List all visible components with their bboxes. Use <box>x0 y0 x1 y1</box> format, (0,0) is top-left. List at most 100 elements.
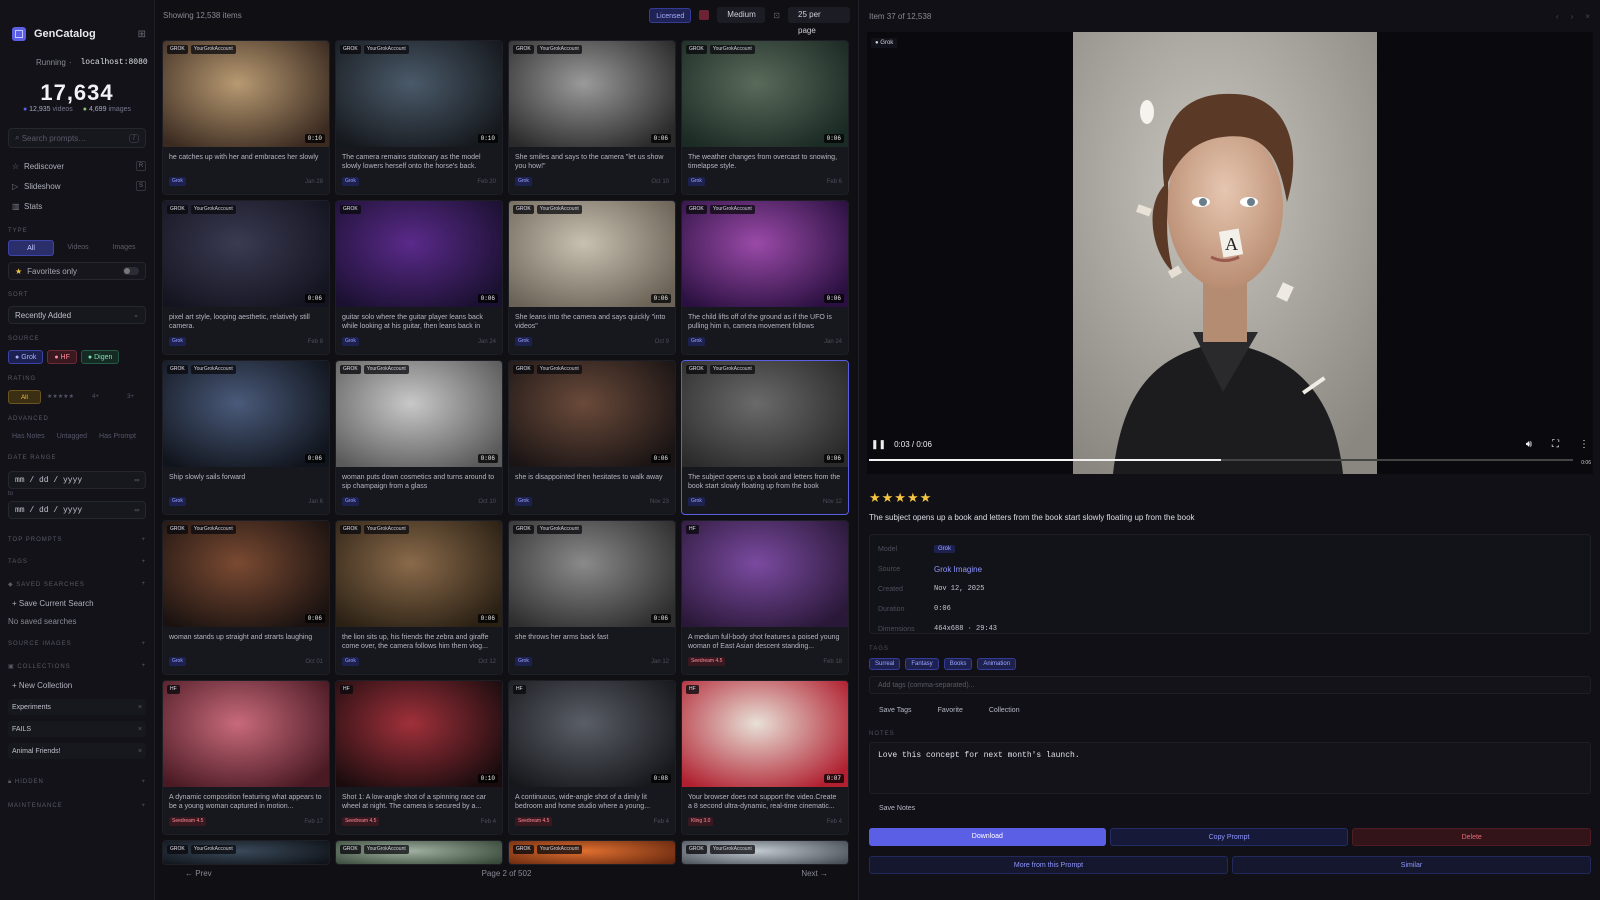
source-link[interactable]: Grok Imagine <box>934 565 982 574</box>
media-thumbnail[interactable]: GROK YourGrokAccount 0:06 <box>163 521 329 627</box>
tag-chip[interactable]: Surreal <box>869 658 901 670</box>
media-card[interactable]: GROK 0:06 guitar solo where the guitar pla… <box>335 200 503 355</box>
notes-field[interactable]: Love this concept for next month's launc… <box>869 742 1591 794</box>
rating-four-plus[interactable]: 4+ <box>80 390 111 404</box>
download-button[interactable]: Download <box>869 828 1106 846</box>
search-input[interactable]: ⌕ Search prompts… / <box>8 128 146 148</box>
saved-searches-section[interactable]: ◆ SAVED SEARCHES + <box>8 581 146 591</box>
add-tags-input[interactable]: Add tags (comma-separated)... <box>869 676 1591 694</box>
rating-three-plus[interactable]: 3+ <box>115 390 146 404</box>
type-all[interactable]: All <box>8 240 54 256</box>
hidden-section[interactable]: 🔒︎ HIDDEN + <box>8 779 146 789</box>
media-card[interactable]: GROK YourGrokAccount 0:06 She smiles and sa… <box>508 40 676 195</box>
pause-icon[interactable]: ❚❚ <box>871 439 886 450</box>
collection-item[interactable]: FAILS × <box>8 721 146 737</box>
favorites-toggle[interactable]: ★ Favorites only <box>8 262 146 280</box>
close-icon[interactable]: × <box>1585 12 1590 21</box>
nav-rediscover[interactable]: ☆ Rediscover R <box>8 156 146 176</box>
type-images[interactable]: Images <box>102 240 146 256</box>
collections-section[interactable]: ▣ COLLECTIONS + <box>8 663 146 673</box>
media-card[interactable]: GROK YourGrokAccount 0:06 she is disappoint… <box>508 360 676 515</box>
media-card[interactable]: HF 0:08 A continuous, wide-angle shot of a… <box>508 680 676 835</box>
fullscreen-icon[interactable]: ⛶ <box>1552 439 1559 450</box>
copy-prompt-button[interactable]: Copy Prompt <box>1109 828 1349 846</box>
media-card[interactable]: GROK YourGrokAccount 0:10 he catches up wit… <box>162 40 330 195</box>
collection-item[interactable]: Experiments × <box>8 699 146 715</box>
media-card[interactable]: GROK YourGrokAccount 0:06 the lion sits up,… <box>335 520 503 675</box>
calendar-icon[interactable] <box>699 10 710 20</box>
filter-has-notes[interactable]: Has Notes <box>8 430 49 443</box>
source-grok[interactable]: ● Grok <box>8 350 44 364</box>
media-thumbnail[interactable]: GROK YourGrokAccount 0:06 <box>163 201 329 307</box>
new-collection-button[interactable]: + New Collection <box>8 681 146 693</box>
media-thumbnail[interactable]: GROK YourGrokAccount <box>682 841 848 864</box>
media-card[interactable]: GROK YourGrokAccount 0:06 The subject opens… <box>681 360 849 515</box>
media-thumbnail[interactable]: GROK YourGrokAccount 0:06 <box>682 201 848 307</box>
media-card[interactable]: GROK YourGrokAccount 0:06 The child lifts o… <box>681 200 849 355</box>
media-thumbnail[interactable]: GROK YourGrokAccount 0:06 <box>682 41 848 147</box>
progress-bar[interactable] <box>869 459 1573 461</box>
media-card[interactable]: HF A dynamic composition featuring what a… <box>162 680 330 835</box>
licensed-filter[interactable]: Licensed <box>649 7 692 23</box>
maintenance-section[interactable]: MAINTENANCE + <box>8 803 146 813</box>
tag-chip[interactable]: Books <box>943 658 973 670</box>
media-thumbnail[interactable]: GROK YourGrokAccount 0:06 <box>509 201 675 307</box>
source-hf[interactable]: ● HF <box>47 350 77 364</box>
media-thumbnail[interactable]: GROK YourGrokAccount 0:06 <box>509 41 675 147</box>
more-from-prompt-button[interactable]: More from this Prompt <box>869 856 1228 874</box>
media-thumbnail[interactable]: GROK 0:06 <box>336 201 502 307</box>
size-select[interactable]: Medium <box>717 7 766 23</box>
media-card[interactable]: GROK YourGrokAccount 0:06 pixel art style, … <box>162 200 330 355</box>
rating-all[interactable]: All <box>8 390 41 404</box>
save-current-search-button[interactable]: + Save Current Search <box>8 599 146 611</box>
source-images-section[interactable]: SOURCE IMAGES + <box>8 641 146 651</box>
media-card[interactable]: GROK YourGrokAccount 0:06 woman stands up s… <box>162 520 330 675</box>
video-frame[interactable]: A <box>1073 32 1377 474</box>
nav-stats[interactable]: ▥ Stats <box>8 196 146 216</box>
media-thumbnail[interactable]: GROK YourGrokAccount <box>509 841 675 864</box>
video-player[interactable]: ● Grok A ❚❚ 0:03 / 0:06 🔊︎ ⛶ ⋮ 0:06 <box>867 32 1593 474</box>
per-page-select[interactable]: 25 per page <box>788 7 850 35</box>
media-thumbnail[interactable]: HF <box>163 681 329 787</box>
media-thumbnail[interactable]: HF 0:10 <box>336 681 502 787</box>
media-card[interactable]: GROK YourGrokAccount 0:06 She leans into th… <box>508 200 676 355</box>
favorite-button[interactable]: Favorite <box>928 704 973 718</box>
media-thumbnail[interactable]: GROK YourGrokAccount <box>336 841 502 864</box>
media-thumbnail[interactable]: GROK YourGrokAccount 0:06 <box>163 361 329 467</box>
media-card[interactable]: GROK YourGrokAccount 0:10 The camera remain… <box>335 40 503 195</box>
collapse-sidebar-icon[interactable]: ⊞ <box>138 29 146 40</box>
close-icon[interactable]: × <box>138 748 142 755</box>
prev-item-icon[interactable]: ‹ <box>1556 12 1559 21</box>
media-thumbnail[interactable]: GROK YourGrokAccount 0:06 <box>682 361 848 467</box>
tag-chip[interactable]: Animation <box>977 658 1017 670</box>
media-card[interactable]: GROK YourGrokAccount 0:06 The weather chang… <box>681 40 849 195</box>
next-item-icon[interactable]: › <box>1571 12 1574 21</box>
collection-button[interactable]: Collection <box>979 704 1030 718</box>
nav-slideshow[interactable]: ▷ Slideshow S <box>8 176 146 196</box>
save-notes-button[interactable]: Save Notes <box>869 802 925 816</box>
close-icon[interactable]: × <box>138 704 142 711</box>
media-card[interactable]: HF 0:07 Your browser does not support the … <box>681 680 849 835</box>
media-thumbnail[interactable]: GROK YourGrokAccount 0:06 <box>336 521 502 627</box>
media-thumbnail[interactable]: HF 0:08 <box>509 681 675 787</box>
media-thumbnail[interactable]: GROK YourGrokAccount 0:10 <box>163 41 329 147</box>
date-from-input[interactable]: mm / dd / yyyy ▭ <box>8 471 146 489</box>
prev-page-button[interactable]: ← Prev <box>185 869 212 878</box>
media-thumbnail[interactable]: GROK YourGrokAccount <box>163 841 329 864</box>
volume-icon[interactable]: 🔊︎ <box>1526 439 1532 450</box>
delete-button[interactable]: Delete <box>1352 828 1592 846</box>
rating-five[interactable]: ★★★★★ <box>45 390 76 404</box>
tags-section[interactable]: TAGS + <box>8 559 146 569</box>
filter-untagged[interactable]: Untagged <box>53 430 91 443</box>
toggle-switch[interactable] <box>123 267 139 275</box>
media-thumbnail[interactable]: GROK YourGrokAccount 0:06 <box>336 361 502 467</box>
media-card[interactable]: GROK YourGrokAccount <box>162 840 330 865</box>
sort-select[interactable]: Recently Added ⌄ <box>8 306 146 324</box>
source-digen[interactable]: ● Digen <box>80 350 120 364</box>
media-card[interactable]: GROK YourGrokAccount <box>335 840 503 865</box>
media-card[interactable]: HF 0:10 Shot 1: A low-angle shot of a spin… <box>335 680 503 835</box>
media-card[interactable]: HF A medium full-body shot features a poi… <box>681 520 849 675</box>
media-card[interactable]: GROK YourGrokAccount 0:06 woman puts down c… <box>335 360 503 515</box>
tag-chip[interactable]: Fantasy <box>905 658 939 670</box>
media-card[interactable]: GROK YourGrokAccount 0:06 she throws her ar… <box>508 520 676 675</box>
